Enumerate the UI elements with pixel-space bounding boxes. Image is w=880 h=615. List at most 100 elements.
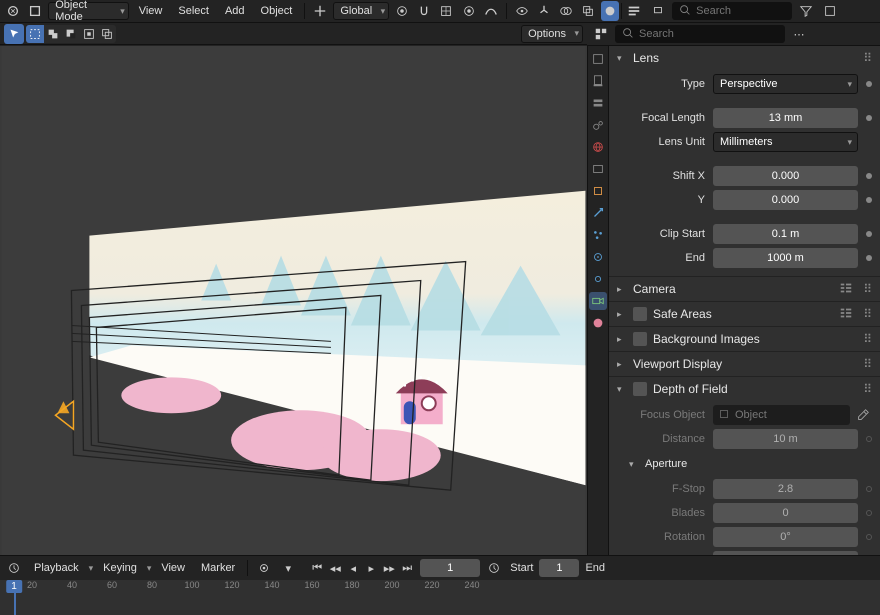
filter-icon[interactable] — [796, 1, 816, 21]
ratio-input[interactable]: 1.000 — [713, 551, 858, 555]
tab-camera-data-icon[interactable] — [589, 292, 607, 310]
anim-dot[interactable] — [866, 231, 872, 237]
anim-dot[interactable] — [866, 81, 872, 87]
focus-object-picker[interactable]: Object — [713, 405, 850, 425]
timeline-editor-icon[interactable] — [4, 558, 24, 578]
select-subtract-icon[interactable] — [62, 25, 80, 43]
preset-icon[interactable] — [839, 306, 853, 323]
snap-toggle-icon[interactable] — [415, 1, 433, 21]
select-new-icon[interactable] — [26, 25, 44, 43]
tab-particles-icon[interactable] — [589, 226, 607, 244]
lens-type-select[interactable]: Perspective — [713, 74, 858, 94]
autokey-mode-icon[interactable]: ▾ — [278, 558, 298, 578]
jump-start-icon[interactable]: ⏮ — [308, 559, 326, 577]
anim-dot[interactable] — [866, 173, 872, 179]
cursor-icon[interactable] — [4, 24, 24, 44]
options-icon[interactable]: ⋯ — [789, 24, 809, 44]
interaction-mode-dropdown[interactable]: Object Mode — [48, 2, 129, 20]
add-collection-icon[interactable] — [820, 1, 840, 21]
bg-images-checkbox[interactable] — [633, 332, 647, 346]
props-search-box[interactable] — [615, 25, 785, 43]
pin-icon[interactable] — [648, 1, 668, 21]
drag-handle-icon[interactable]: ⠿ — [863, 307, 872, 321]
clip-end-input[interactable]: 1000 m — [713, 248, 858, 268]
drag-handle-icon[interactable]: ⠿ — [863, 382, 872, 396]
tab-constraints-icon[interactable] — [589, 270, 607, 288]
lens-unit-select[interactable]: Millimeters — [713, 132, 858, 152]
tab-collection-icon[interactable] — [589, 160, 607, 178]
fstop-input[interactable]: 2.8 — [713, 479, 858, 499]
start-frame-input[interactable]: 1 — [539, 559, 579, 577]
frame-lock-icon[interactable] — [484, 558, 504, 578]
menu-view[interactable]: View — [133, 5, 169, 17]
play-reverse-icon[interactable]: ◂ — [344, 559, 362, 577]
blades-input[interactable]: 0 — [713, 503, 858, 523]
section-viewport-display-head[interactable]: ▸ Viewport Display ⠿ — [609, 352, 880, 376]
menu-select[interactable]: Select — [172, 5, 215, 17]
focal-length-input[interactable]: 13 mm — [713, 108, 858, 128]
header-search-input[interactable] — [696, 5, 786, 17]
safe-areas-checkbox[interactable] — [633, 307, 647, 321]
eyedropper-icon[interactable] — [854, 406, 872, 424]
menu-view-tl[interactable]: View — [155, 562, 191, 574]
rotation-input[interactable]: 0° — [713, 527, 858, 547]
tab-physics-icon[interactable] — [589, 248, 607, 266]
shift-y-input[interactable]: 0.000 — [713, 190, 858, 210]
tab-output-icon[interactable] — [589, 72, 607, 90]
xray-icon[interactable] — [579, 1, 597, 21]
tab-world-icon[interactable] — [589, 138, 607, 156]
editor-type-props-icon[interactable] — [624, 1, 644, 21]
mode-icon[interactable] — [26, 1, 44, 21]
props-search-input[interactable] — [639, 28, 779, 40]
timeline-ruler[interactable]: 20 40 60 80 100 120 140 160 180 200 220 … — [0, 580, 880, 615]
editor-type-icon[interactable] — [4, 1, 22, 21]
anim-dot[interactable] — [866, 255, 872, 261]
shift-x-input[interactable]: 0.000 — [713, 166, 858, 186]
anim-dot[interactable] — [866, 115, 872, 121]
header-search-box[interactable] — [672, 2, 792, 20]
tab-object-icon[interactable] — [589, 182, 607, 200]
autokey-icon[interactable] — [254, 558, 274, 578]
preset-icon[interactable] — [839, 281, 853, 298]
section-dof-head[interactable]: ▾ Depth of Field ⠿ — [609, 377, 880, 401]
section-bg-images-head[interactable]: ▸ Background Images ⠿ — [609, 327, 880, 351]
tab-material-icon[interactable] — [589, 314, 607, 332]
visibility-icon[interactable] — [513, 1, 531, 21]
orientation-dropdown[interactable]: Global — [333, 2, 389, 20]
distance-input[interactable]: 10 m — [713, 429, 858, 449]
next-key-icon[interactable]: ▸▸ — [380, 559, 398, 577]
anim-dot[interactable] — [866, 436, 872, 442]
select-intersect-icon[interactable] — [98, 25, 116, 43]
overlay-icon[interactable] — [557, 1, 575, 21]
shading-solid-icon[interactable] — [601, 1, 619, 21]
tab-render-icon[interactable] — [589, 50, 607, 68]
orientation-icon[interactable] — [311, 1, 329, 21]
select-extend-icon[interactable] — [44, 25, 62, 43]
play-icon[interactable]: ▸ — [362, 559, 380, 577]
menu-object[interactable]: Object — [255, 5, 299, 17]
tab-viewlayer-icon[interactable] — [589, 94, 607, 112]
pivot-icon[interactable] — [393, 1, 411, 21]
clip-start-input[interactable]: 0.1 m — [713, 224, 858, 244]
options-dropdown[interactable]: Options — [521, 25, 583, 43]
menu-keying[interactable]: Keying — [97, 562, 143, 574]
tab-modifiers-icon[interactable] — [589, 204, 607, 222]
menu-add[interactable]: Add — [219, 5, 251, 17]
drag-handle-icon[interactable]: ⠿ — [863, 51, 872, 65]
tab-scene-icon[interactable] — [589, 116, 607, 134]
jump-end-icon[interactable]: ⏭ — [398, 559, 416, 577]
anim-dot[interactable] — [866, 534, 872, 540]
section-safe-areas-head[interactable]: ▸ Safe Areas ⠿ — [609, 302, 880, 326]
menu-marker[interactable]: Marker — [195, 562, 241, 574]
aperture-subhead[interactable]: ▾ Aperture — [617, 453, 872, 475]
section-camera-head[interactable]: ▸ Camera ⠿ — [609, 277, 880, 301]
drag-handle-icon[interactable]: ⠿ — [863, 357, 872, 371]
props-editor-icon[interactable] — [591, 24, 611, 44]
snap-type-icon[interactable] — [437, 1, 455, 21]
drag-handle-icon[interactable]: ⠿ — [863, 282, 872, 296]
prev-key-icon[interactable]: ◂◂ — [326, 559, 344, 577]
section-lens-head[interactable]: ▾ Lens ⠿ — [609, 46, 880, 70]
dof-checkbox[interactable] — [633, 382, 647, 396]
anim-dot[interactable] — [866, 197, 872, 203]
3d-viewport[interactable] — [0, 46, 587, 555]
